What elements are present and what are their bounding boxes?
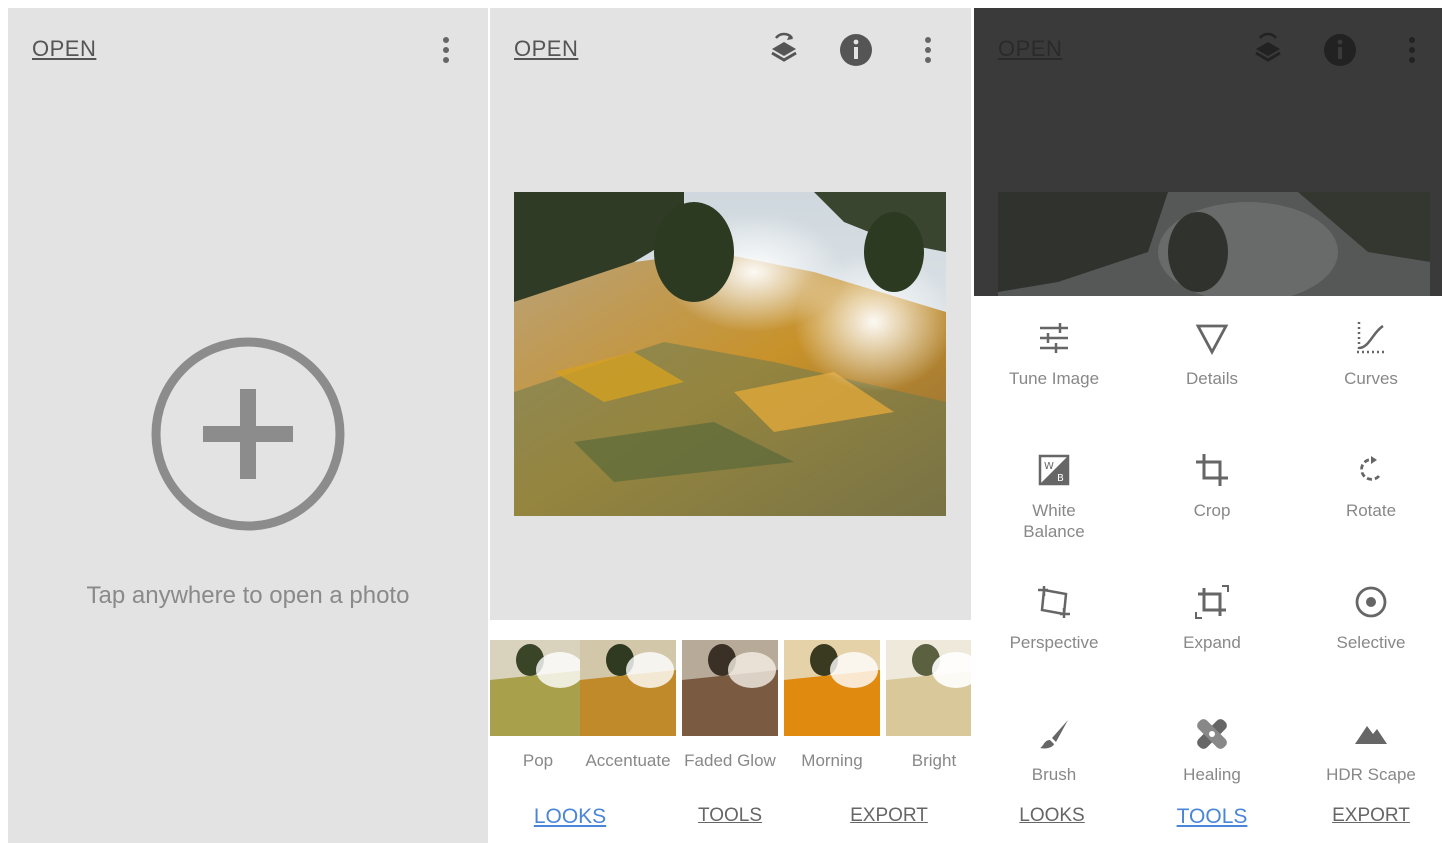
dimmed-photo	[998, 192, 1430, 302]
bottom-tab-bar: LOOKS TOOLS EXPORT	[490, 797, 971, 843]
tool-label: White Balance	[1023, 501, 1085, 541]
crop-icon	[1192, 450, 1232, 490]
open-button[interactable]: OPEN	[998, 36, 1062, 62]
tool-curves[interactable]: Curves	[1296, 318, 1442, 389]
top-bar: OPEN	[974, 8, 1442, 92]
tab-looks[interactable]: LOOKS	[534, 805, 606, 829]
bottom-tab-bar: LOOKS TOOLS EXPORT	[974, 797, 1442, 843]
more-vert-icon[interactable]	[1394, 32, 1430, 68]
mountain-icon	[1351, 714, 1391, 754]
look-bright[interactable]: Bright	[886, 640, 971, 771]
look-pop[interactable]: Pop	[490, 640, 586, 771]
tap-to-open-hint: Tap anywhere to open a photo	[86, 582, 410, 609]
curves-icon	[1351, 318, 1391, 358]
tool-label: Tune Image	[1008, 369, 1100, 388]
look-morning[interactable]: Morning	[784, 640, 880, 771]
tool-label: Details	[1186, 369, 1238, 388]
tool-label: Curves	[1344, 369, 1398, 388]
svg-text:W: W	[1044, 461, 1054, 472]
tool-hdr-scape[interactable]: HDR Scape	[1296, 714, 1442, 785]
tab-looks[interactable]: LOOKS	[1019, 805, 1084, 827]
more-vert-icon[interactable]	[910, 32, 946, 68]
tool-details[interactable]: Details	[1137, 318, 1287, 389]
photo-area: OPEN	[490, 8, 971, 620]
tool-perspective[interactable]: Perspective	[979, 582, 1129, 653]
look-thumbnail	[682, 640, 778, 736]
healing-icon	[1192, 714, 1232, 754]
more-vert-icon[interactable]	[428, 32, 464, 68]
tools-screen: OPEN Tune Image Details Curves W B White…	[974, 8, 1442, 843]
look-label: Pop	[522, 751, 554, 770]
perspective-icon	[1034, 582, 1074, 622]
tool-label: Perspective	[1009, 633, 1099, 652]
expand-icon	[1192, 582, 1232, 622]
tool-white-balance[interactable]: W B White Balance	[979, 450, 1129, 542]
top-bar: OPEN	[8, 8, 488, 92]
tool-label: HDR Scape	[1326, 765, 1416, 784]
look-thumbnail	[886, 640, 971, 736]
tool-brush[interactable]: Brush	[979, 714, 1129, 785]
geothermal-photo[interactable]	[514, 192, 954, 516]
info-icon[interactable]	[838, 32, 874, 68]
tool-label: Crop	[1193, 501, 1231, 520]
layers-stack-icon[interactable]	[766, 32, 802, 68]
tool-label: Expand	[1183, 633, 1241, 652]
top-bar: OPEN	[490, 8, 971, 92]
brush-icon	[1034, 714, 1074, 754]
tool-crop[interactable]: Crop	[1137, 450, 1287, 521]
add-photo-plus-icon[interactable]	[150, 336, 346, 532]
tool-expand[interactable]: Expand	[1137, 582, 1287, 653]
look-accentuate[interactable]: Accentuate	[580, 640, 676, 771]
layers-stack-icon[interactable]	[1250, 32, 1286, 68]
selective-icon	[1351, 582, 1391, 622]
tool-selective[interactable]: Selective	[1296, 582, 1442, 653]
tab-tools[interactable]: TOOLS	[698, 805, 762, 827]
tab-tools[interactable]: TOOLS	[1177, 805, 1248, 829]
svg-text:B: B	[1057, 473, 1064, 484]
tools-grid: Tune Image Details Curves W B White Bala…	[974, 296, 1442, 796]
triangle-icon	[1192, 318, 1232, 358]
tool-rotate[interactable]: Rotate	[1296, 450, 1442, 521]
looks-strip: Pop Accentuate Faded Glow Morning Bright	[490, 620, 971, 843]
dimmed-photo-area[interactable]: OPEN	[974, 8, 1442, 302]
sliders-icon	[1034, 318, 1074, 358]
look-label: Bright	[911, 751, 957, 770]
look-thumbnail	[784, 640, 880, 736]
look-thumbnail	[580, 640, 676, 736]
white-balance-icon: W B	[1034, 450, 1074, 490]
tool-label: Healing	[1183, 765, 1241, 784]
tool-tune-image[interactable]: Tune Image	[979, 318, 1129, 389]
look-label: Accentuate	[585, 751, 671, 770]
info-icon[interactable]	[1322, 32, 1358, 68]
tool-label: Brush	[1031, 765, 1077, 784]
tool-label: Selective	[1336, 633, 1406, 652]
look-label: Faded Glow	[684, 751, 776, 770]
empty-screen[interactable]: OPEN Tap anywhere to open a photo	[8, 8, 488, 843]
rotate-icon	[1351, 450, 1391, 490]
tab-export[interactable]: EXPORT	[850, 805, 928, 827]
tab-export[interactable]: EXPORT	[1332, 805, 1410, 827]
look-faded-glow[interactable]: Faded Glow	[682, 640, 778, 771]
open-button[interactable]: OPEN	[514, 36, 578, 62]
tool-healing[interactable]: Healing	[1137, 714, 1287, 785]
looks-screen: OPEN Pop Accentuate Faded Glow Morning B…	[490, 8, 971, 843]
open-button[interactable]: OPEN	[32, 36, 96, 62]
look-label: Morning	[801, 751, 863, 770]
look-thumbnail	[490, 640, 586, 736]
tool-label: Rotate	[1345, 501, 1397, 520]
